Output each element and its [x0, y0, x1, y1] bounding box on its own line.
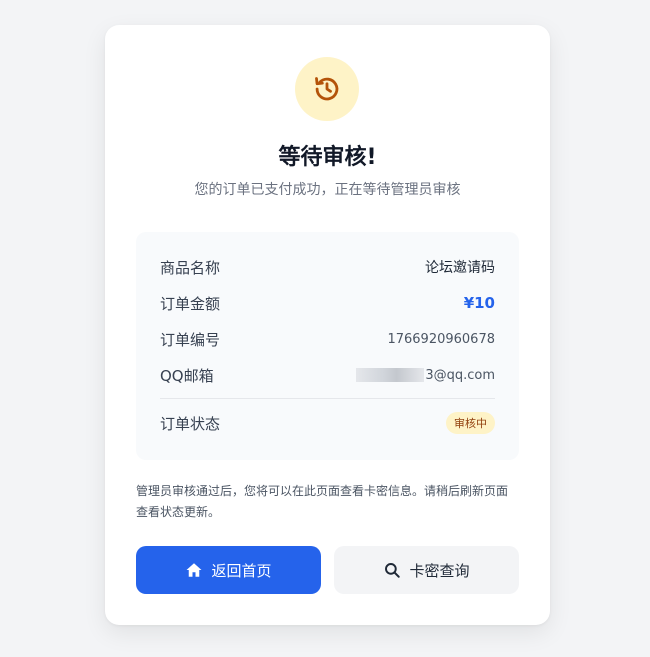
redacted-blur — [356, 368, 425, 382]
amount-value: ¥10 — [463, 294, 495, 312]
qq-email-value: 3@qq.com — [356, 368, 495, 383]
order-info-panel: 商品名称 论坛邀请码 订单金额 ¥10 订单编号 1766920960678 Q… — [136, 232, 519, 460]
home-button[interactable]: 返回首页 — [136, 546, 321, 594]
product-value: 论坛邀请码 — [425, 260, 495, 276]
status-row: 订单状态 审核中 — [160, 411, 495, 435]
product-row: 商品名称 论坛邀请码 — [160, 255, 495, 279]
page-title: 等待审核! — [278, 145, 377, 170]
home-button-label: 返回首页 — [211, 562, 272, 580]
order-number-value: 1766920960678 — [387, 331, 495, 347]
amount-label: 订单金额 — [160, 294, 221, 313]
qq-email-row: QQ邮箱 3@qq.com — [160, 363, 495, 387]
qq-email-text: 3@qq.com — [425, 367, 495, 383]
review-notice: 管理员审核通过后，您将可以在此页面查看卡密信息。请稍后刷新页面查看状态更新。 — [136, 484, 509, 519]
search-icon — [385, 563, 401, 578]
product-label: 商品名称 — [160, 258, 221, 277]
card-query-label: 卡密查询 — [409, 562, 470, 580]
order-number-label: 订单编号 — [160, 330, 221, 349]
order-status-card: 等待审核! 您的订单已支付成功，正在等待管理员审核 商品名称 论坛邀请码 订单金… — [105, 25, 550, 625]
qq-email-label: QQ邮箱 — [160, 366, 214, 385]
page-subtitle: 您的订单已支付成功，正在等待管理员审核 — [194, 182, 461, 198]
order-number-row: 订单编号 1766920960678 — [160, 327, 495, 351]
divider — [160, 398, 495, 399]
history-icon-badge — [295, 57, 359, 121]
home-icon — [186, 563, 202, 577]
amount-row: 订单金额 ¥10 — [160, 291, 495, 315]
history-icon — [315, 77, 339, 101]
card-query-button[interactable]: 卡密查询 — [334, 546, 519, 594]
status-badge: 审核中 — [446, 412, 495, 434]
status-label: 订单状态 — [160, 414, 221, 433]
